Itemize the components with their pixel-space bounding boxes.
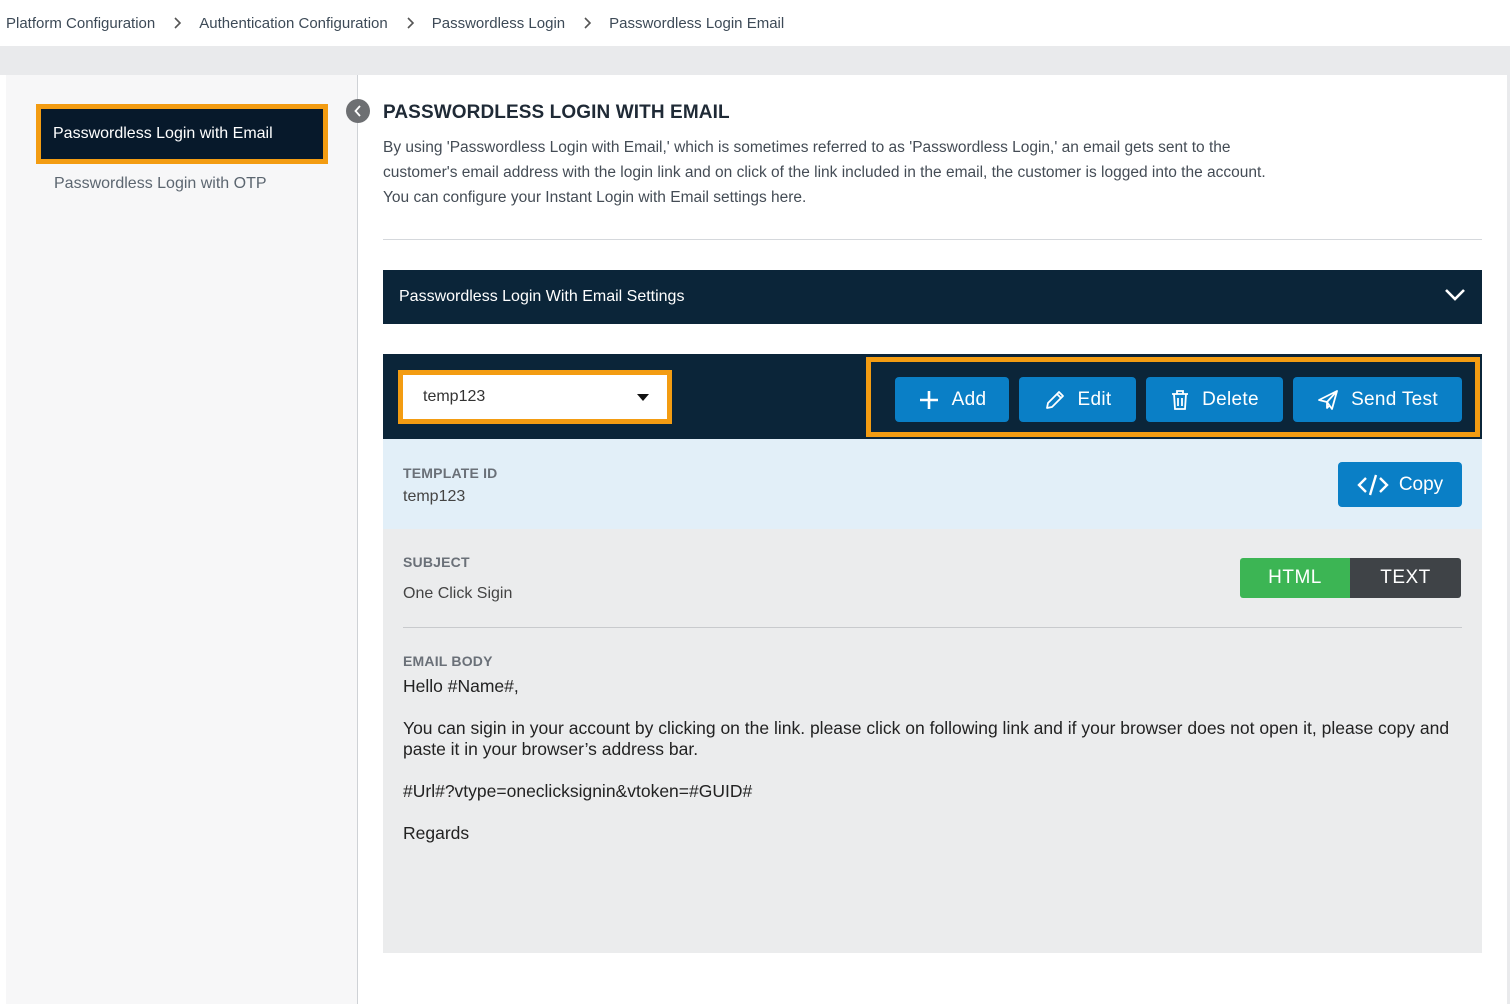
email-body-label: EMAIL BODY: [403, 653, 493, 669]
breadcrumb-platform-configuration[interactable]: Platform Configuration: [6, 15, 155, 32]
action-button-group: Add Edit Delete Send Test: [866, 357, 1480, 437]
breadcrumb-passwordless-login[interactable]: Passwordless Login: [432, 15, 565, 32]
copy-button[interactable]: Copy: [1338, 462, 1462, 507]
template-id-label: TEMPLATE ID: [403, 465, 498, 481]
edit-button-label: Edit: [1077, 388, 1112, 410]
copy-button-label: Copy: [1398, 473, 1444, 495]
caret-down-icon: [637, 393, 649, 401]
email-content-panel: SUBJECT One Click Sigin HTML TEXT EMAIL …: [383, 529, 1482, 953]
plus-icon: [919, 390, 938, 409]
delete-button[interactable]: Delete: [1146, 377, 1283, 422]
chevron-down-icon: [1444, 288, 1466, 307]
add-button-label: Add: [951, 388, 987, 410]
email-body-line: You can sigin in your account by clickin…: [403, 718, 1450, 759]
settings-accordion[interactable]: Passwordless Login With Email Settings: [383, 270, 1482, 324]
paper-plane-icon: [1318, 389, 1338, 410]
chevron-right-icon: [583, 17, 593, 29]
send-test-button[interactable]: Send Test: [1293, 377, 1462, 422]
subject-value: One Click Sigin: [403, 585, 513, 602]
template-select[interactable]: temp123: [398, 370, 672, 424]
divider: [383, 239, 1482, 240]
email-body-line: Hello #Name#,: [403, 676, 519, 696]
subject-label: SUBJECT: [403, 554, 470, 570]
main-content: PASSWORDLESS LOGIN WITH EMAIL By using '…: [358, 75, 1510, 1004]
divider: [403, 627, 1462, 628]
page-description: By using 'Passwordless Login with Email,…: [383, 139, 1266, 206]
sidebar: Passwordless Login with Email Passwordle…: [6, 75, 358, 1004]
breadcrumb-passwordless-login-email: Passwordless Login Email: [609, 14, 785, 32]
header-band: [0, 46, 1510, 75]
template-select-value: temp123: [423, 388, 486, 405]
sidebar-item-label: Passwordless Login with OTP: [54, 175, 267, 192]
breadcrumb-authentication-configuration[interactable]: Authentication Configuration: [199, 15, 387, 32]
format-text-button[interactable]: TEXT: [1350, 558, 1461, 598]
template-id-panel: TEMPLATE ID temp123 Copy: [383, 439, 1482, 529]
email-body: Hello #Name#, You can sigin in your acco…: [403, 676, 1462, 865]
email-body-line: #Url#?vtype=oneclicksignin&vtoken=#GUID#: [403, 781, 753, 801]
collapse-sidebar-icon[interactable]: [346, 99, 370, 123]
sidebar-item-passwordless-otp[interactable]: Passwordless Login with OTP: [54, 175, 267, 193]
format-html-button[interactable]: HTML: [1240, 558, 1350, 598]
format-toggle: HTML TEXT: [1240, 558, 1461, 598]
edit-button[interactable]: Edit: [1019, 377, 1136, 422]
add-button[interactable]: Add: [895, 377, 1009, 422]
page-title: PASSWORDLESS LOGIN WITH EMAIL: [383, 102, 730, 123]
trash-icon: [1172, 389, 1189, 410]
email-body-line: Regards: [403, 823, 470, 843]
sidebar-item-label: Passwordless Login with Email: [53, 125, 273, 142]
code-icon: [1357, 474, 1389, 495]
send-test-button-label: Send Test: [1351, 388, 1438, 410]
breadcrumb: Platform Configuration Authentication Co…: [0, 0, 1510, 46]
chevron-right-icon: [173, 17, 183, 29]
template-id-value: temp123: [403, 488, 466, 505]
chevron-right-icon: [406, 17, 416, 29]
sidebar-item-passwordless-email[interactable]: Passwordless Login with Email: [36, 104, 328, 164]
template-toolbar: temp123 Add Edit Delete Send Test: [383, 354, 1482, 439]
delete-button-label: Delete: [1202, 388, 1259, 410]
pencil-icon: [1045, 390, 1064, 409]
accordion-title: Passwordless Login With Email Settings: [399, 288, 685, 305]
